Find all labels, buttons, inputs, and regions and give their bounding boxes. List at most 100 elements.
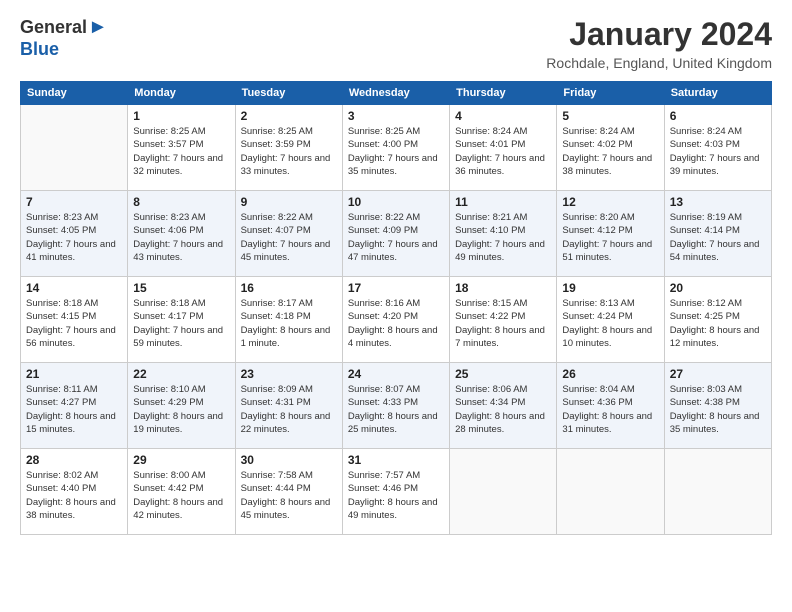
table-row: 30 Sunrise: 7:58 AMSunset: 4:44 PMDaylig… xyxy=(235,449,342,535)
table-row: 13 Sunrise: 8:19 AMSunset: 4:14 PMDaylig… xyxy=(664,191,771,277)
day-info: Sunrise: 8:22 AMSunset: 4:07 PMDaylight:… xyxy=(241,211,337,264)
table-row xyxy=(664,449,771,535)
day-number: 19 xyxy=(562,281,658,295)
day-info: Sunrise: 8:00 AMSunset: 4:42 PMDaylight:… xyxy=(133,469,229,522)
day-info: Sunrise: 8:18 AMSunset: 4:17 PMDaylight:… xyxy=(133,297,229,350)
day-info: Sunrise: 7:58 AMSunset: 4:44 PMDaylight:… xyxy=(241,469,337,522)
day-info: Sunrise: 8:18 AMSunset: 4:15 PMDaylight:… xyxy=(26,297,122,350)
table-row: 4 Sunrise: 8:24 AMSunset: 4:01 PMDayligh… xyxy=(450,105,557,191)
day-info: Sunrise: 8:03 AMSunset: 4:38 PMDaylight:… xyxy=(670,383,766,436)
logo-arrow-icon: ► xyxy=(88,16,108,39)
day-number: 6 xyxy=(670,109,766,123)
calendar-week-row: 14 Sunrise: 8:18 AMSunset: 4:15 PMDaylig… xyxy=(21,277,772,363)
day-number: 8 xyxy=(133,195,229,209)
day-number: 21 xyxy=(26,367,122,381)
table-row: 27 Sunrise: 8:03 AMSunset: 4:38 PMDaylig… xyxy=(664,363,771,449)
day-info: Sunrise: 8:07 AMSunset: 4:33 PMDaylight:… xyxy=(348,383,444,436)
day-number: 2 xyxy=(241,109,337,123)
table-row: 28 Sunrise: 8:02 AMSunset: 4:40 PMDaylig… xyxy=(21,449,128,535)
day-number: 5 xyxy=(562,109,658,123)
day-info: Sunrise: 8:04 AMSunset: 4:36 PMDaylight:… xyxy=(562,383,658,436)
table-row: 21 Sunrise: 8:11 AMSunset: 4:27 PMDaylig… xyxy=(21,363,128,449)
day-number: 14 xyxy=(26,281,122,295)
table-row: 20 Sunrise: 8:12 AMSunset: 4:25 PMDaylig… xyxy=(664,277,771,363)
day-info: Sunrise: 8:24 AMSunset: 4:02 PMDaylight:… xyxy=(562,125,658,178)
day-number: 30 xyxy=(241,453,337,467)
table-row: 15 Sunrise: 8:18 AMSunset: 4:17 PMDaylig… xyxy=(128,277,235,363)
day-info: Sunrise: 8:23 AMSunset: 4:06 PMDaylight:… xyxy=(133,211,229,264)
table-row: 7 Sunrise: 8:23 AMSunset: 4:05 PMDayligh… xyxy=(21,191,128,277)
day-info: Sunrise: 8:25 AMSunset: 3:57 PMDaylight:… xyxy=(133,125,229,178)
table-row: 1 Sunrise: 8:25 AMSunset: 3:57 PMDayligh… xyxy=(128,105,235,191)
day-info: Sunrise: 7:57 AMSunset: 4:46 PMDaylight:… xyxy=(348,469,444,522)
day-number: 10 xyxy=(348,195,444,209)
day-info: Sunrise: 8:25 AMSunset: 3:59 PMDaylight:… xyxy=(241,125,337,178)
header-saturday: Saturday xyxy=(664,82,771,105)
table-row: 14 Sunrise: 8:18 AMSunset: 4:15 PMDaylig… xyxy=(21,277,128,363)
day-info: Sunrise: 8:12 AMSunset: 4:25 PMDaylight:… xyxy=(670,297,766,350)
table-row xyxy=(557,449,664,535)
day-info: Sunrise: 8:16 AMSunset: 4:20 PMDaylight:… xyxy=(348,297,444,350)
day-number: 24 xyxy=(348,367,444,381)
table-row xyxy=(21,105,128,191)
header-wednesday: Wednesday xyxy=(342,82,449,105)
day-number: 3 xyxy=(348,109,444,123)
calendar-table: Sunday Monday Tuesday Wednesday Thursday… xyxy=(20,81,772,535)
table-row: 3 Sunrise: 8:25 AMSunset: 4:00 PMDayligh… xyxy=(342,105,449,191)
table-row: 8 Sunrise: 8:23 AMSunset: 4:06 PMDayligh… xyxy=(128,191,235,277)
day-info: Sunrise: 8:10 AMSunset: 4:29 PMDaylight:… xyxy=(133,383,229,436)
table-row: 26 Sunrise: 8:04 AMSunset: 4:36 PMDaylig… xyxy=(557,363,664,449)
table-row: 16 Sunrise: 8:17 AMSunset: 4:18 PMDaylig… xyxy=(235,277,342,363)
table-row: 31 Sunrise: 7:57 AMSunset: 4:46 PMDaylig… xyxy=(342,449,449,535)
day-number: 15 xyxy=(133,281,229,295)
page: General ► Blue January 2024 Rochdale, En… xyxy=(0,0,792,612)
table-row: 9 Sunrise: 8:22 AMSunset: 4:07 PMDayligh… xyxy=(235,191,342,277)
day-number: 25 xyxy=(455,367,551,381)
calendar-week-row: 28 Sunrise: 8:02 AMSunset: 4:40 PMDaylig… xyxy=(21,449,772,535)
day-number: 28 xyxy=(26,453,122,467)
day-number: 1 xyxy=(133,109,229,123)
header-monday: Monday xyxy=(128,82,235,105)
table-row: 17 Sunrise: 8:16 AMSunset: 4:20 PMDaylig… xyxy=(342,277,449,363)
table-row: 25 Sunrise: 8:06 AMSunset: 4:34 PMDaylig… xyxy=(450,363,557,449)
day-info: Sunrise: 8:09 AMSunset: 4:31 PMDaylight:… xyxy=(241,383,337,436)
table-row: 18 Sunrise: 8:15 AMSunset: 4:22 PMDaylig… xyxy=(450,277,557,363)
calendar-week-row: 1 Sunrise: 8:25 AMSunset: 3:57 PMDayligh… xyxy=(21,105,772,191)
day-info: Sunrise: 8:13 AMSunset: 4:24 PMDaylight:… xyxy=(562,297,658,350)
main-title: January 2024 xyxy=(546,16,772,53)
table-row: 22 Sunrise: 8:10 AMSunset: 4:29 PMDaylig… xyxy=(128,363,235,449)
day-number: 12 xyxy=(562,195,658,209)
table-row xyxy=(450,449,557,535)
subtitle: Rochdale, England, United Kingdom xyxy=(546,55,772,71)
table-row: 10 Sunrise: 8:22 AMSunset: 4:09 PMDaylig… xyxy=(342,191,449,277)
calendar-week-row: 21 Sunrise: 8:11 AMSunset: 4:27 PMDaylig… xyxy=(21,363,772,449)
day-info: Sunrise: 8:22 AMSunset: 4:09 PMDaylight:… xyxy=(348,211,444,264)
table-row: 19 Sunrise: 8:13 AMSunset: 4:24 PMDaylig… xyxy=(557,277,664,363)
day-number: 16 xyxy=(241,281,337,295)
day-info: Sunrise: 8:25 AMSunset: 4:00 PMDaylight:… xyxy=(348,125,444,178)
day-number: 11 xyxy=(455,195,551,209)
title-block: January 2024 Rochdale, England, United K… xyxy=(546,16,772,71)
day-number: 7 xyxy=(26,195,122,209)
header-thursday: Thursday xyxy=(450,82,557,105)
header-tuesday: Tuesday xyxy=(235,82,342,105)
day-info: Sunrise: 8:15 AMSunset: 4:22 PMDaylight:… xyxy=(455,297,551,350)
day-number: 26 xyxy=(562,367,658,381)
day-info: Sunrise: 8:17 AMSunset: 4:18 PMDaylight:… xyxy=(241,297,337,350)
day-number: 31 xyxy=(348,453,444,467)
day-info: Sunrise: 8:20 AMSunset: 4:12 PMDaylight:… xyxy=(562,211,658,264)
table-row: 24 Sunrise: 8:07 AMSunset: 4:33 PMDaylig… xyxy=(342,363,449,449)
day-info: Sunrise: 8:24 AMSunset: 4:03 PMDaylight:… xyxy=(670,125,766,178)
table-row: 12 Sunrise: 8:20 AMSunset: 4:12 PMDaylig… xyxy=(557,191,664,277)
calendar-header-row: Sunday Monday Tuesday Wednesday Thursday… xyxy=(21,82,772,105)
day-number: 18 xyxy=(455,281,551,295)
calendar-week-row: 7 Sunrise: 8:23 AMSunset: 4:05 PMDayligh… xyxy=(21,191,772,277)
logo-general: General xyxy=(20,17,87,38)
table-row: 23 Sunrise: 8:09 AMSunset: 4:31 PMDaylig… xyxy=(235,363,342,449)
header-friday: Friday xyxy=(557,82,664,105)
table-row: 29 Sunrise: 8:00 AMSunset: 4:42 PMDaylig… xyxy=(128,449,235,535)
logo: General ► Blue xyxy=(20,16,108,60)
day-number: 23 xyxy=(241,367,337,381)
table-row: 2 Sunrise: 8:25 AMSunset: 3:59 PMDayligh… xyxy=(235,105,342,191)
day-number: 29 xyxy=(133,453,229,467)
